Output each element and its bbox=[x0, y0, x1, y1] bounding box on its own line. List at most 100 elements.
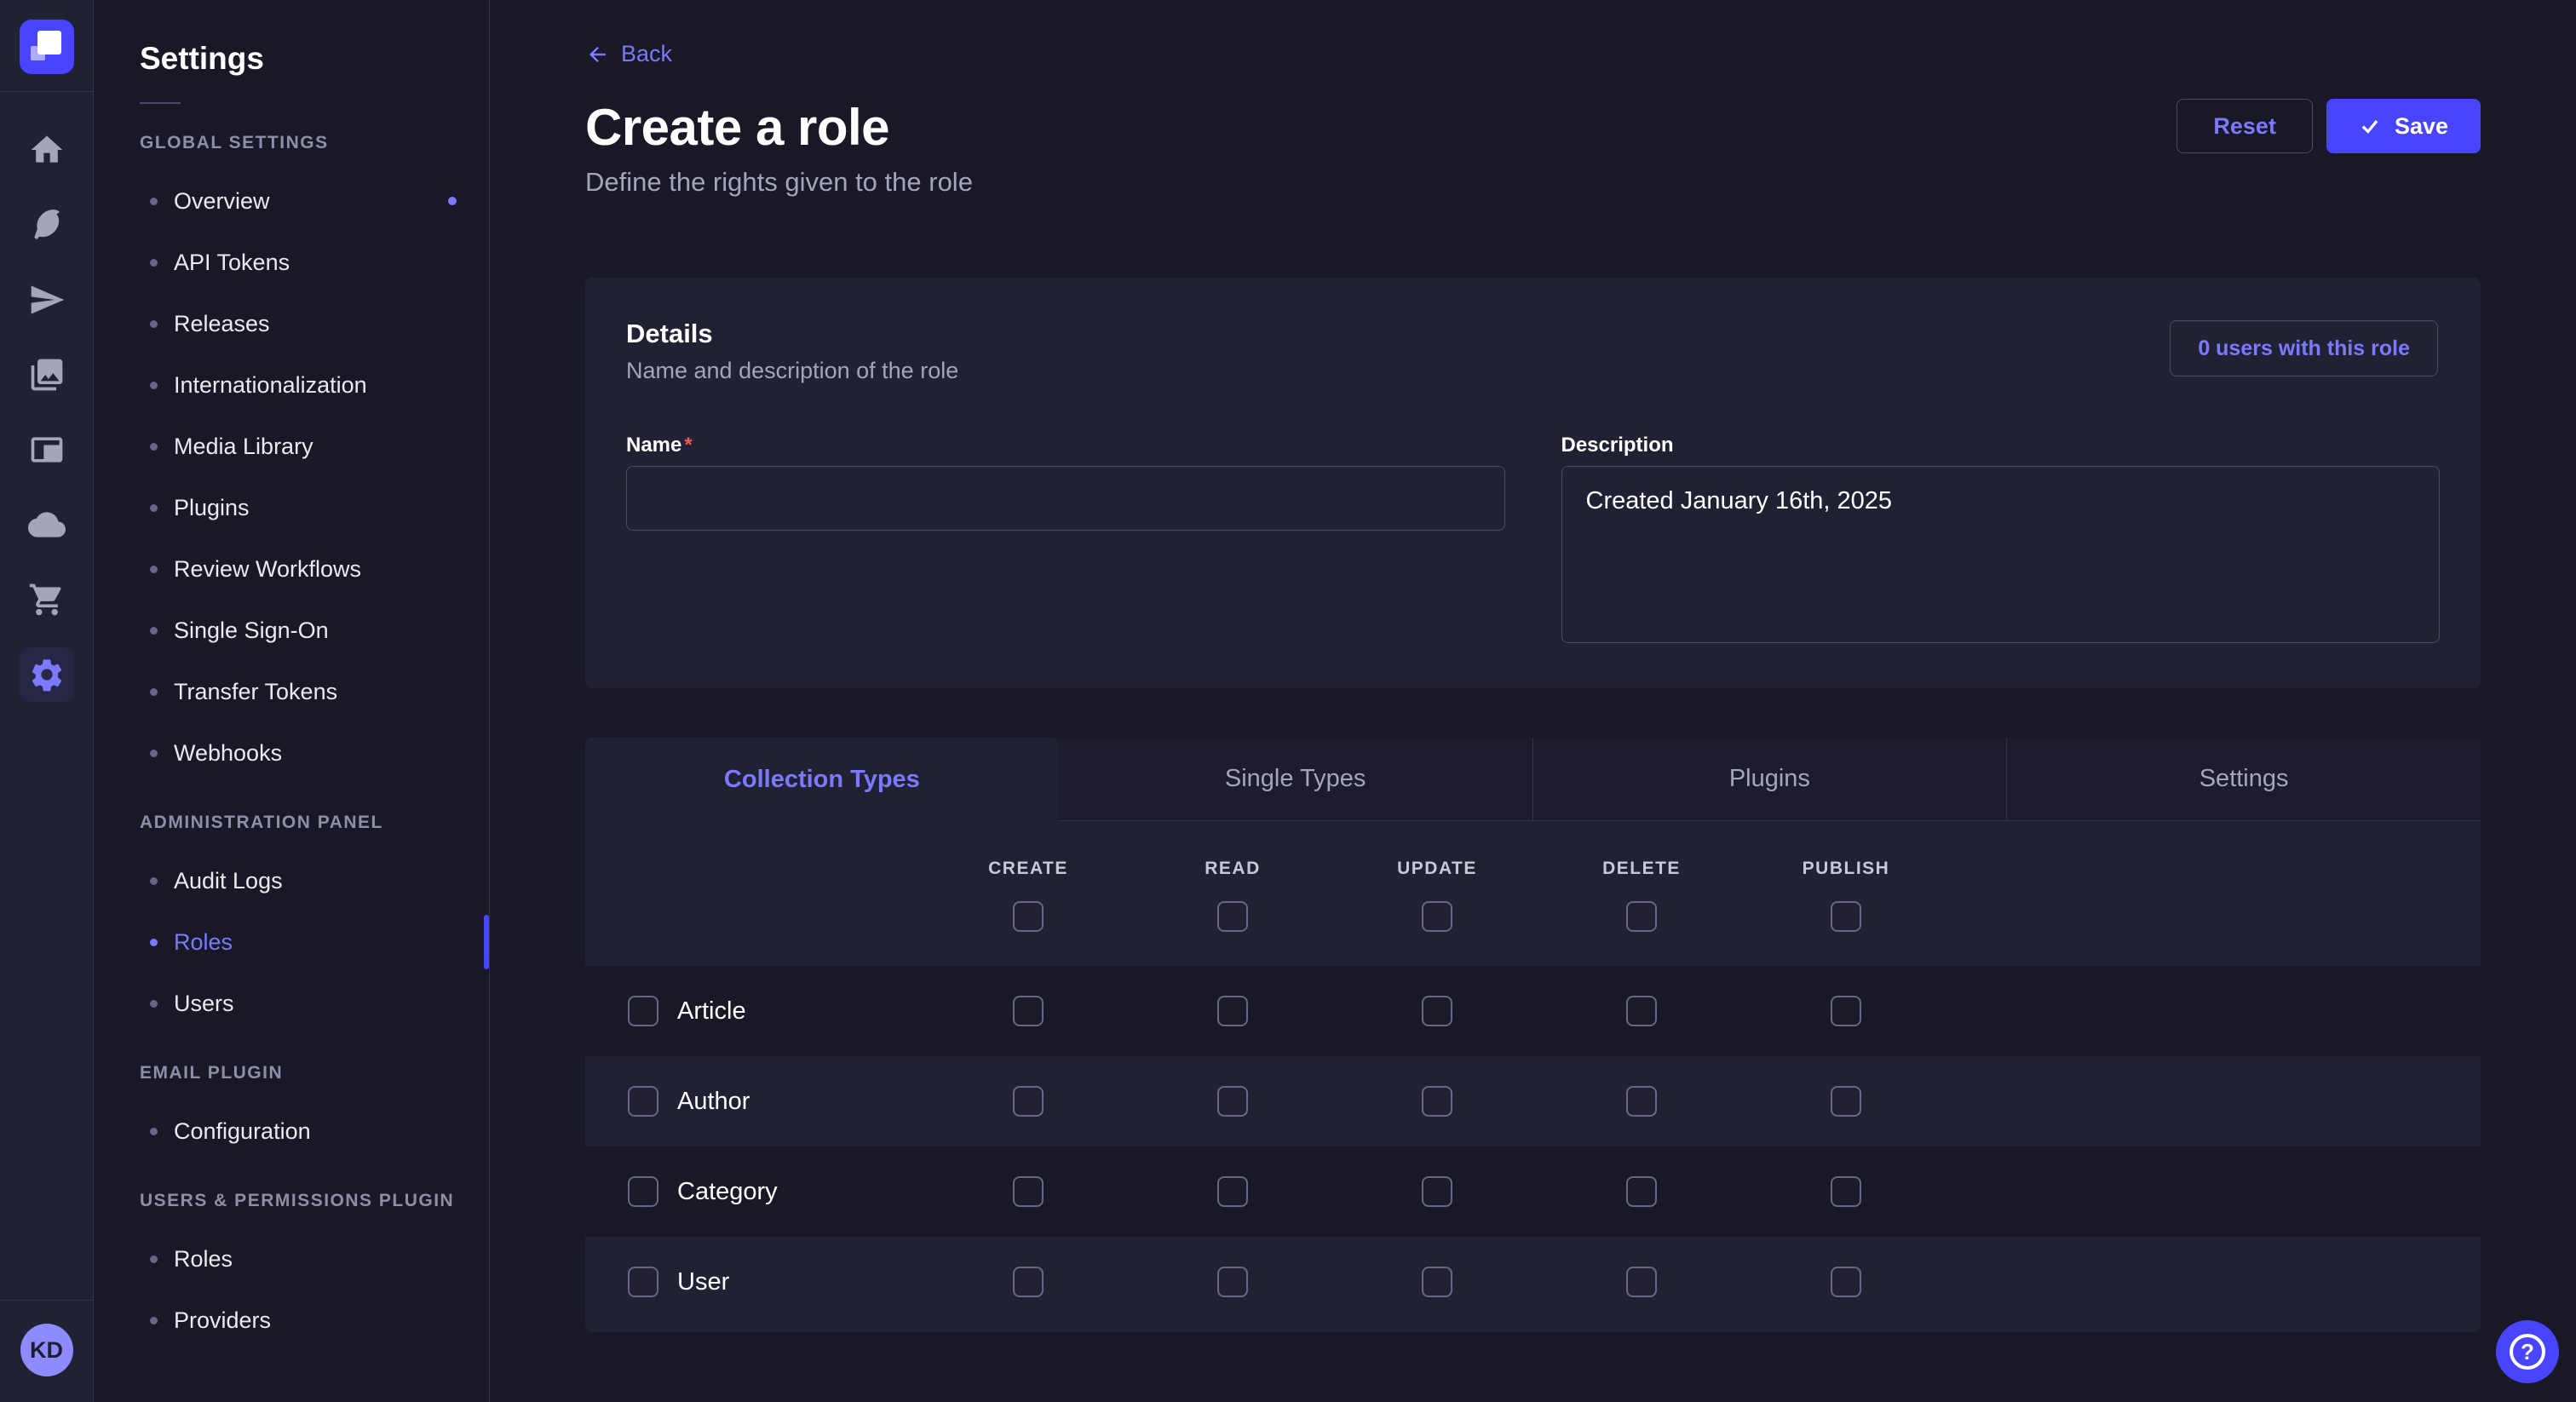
section-global-settings: GLOBAL SETTINGS Overview API Tokens Rele… bbox=[94, 133, 489, 784]
row-select-checkbox[interactable] bbox=[628, 996, 658, 1026]
images-icon[interactable] bbox=[20, 348, 74, 402]
permission-checkbox[interactable] bbox=[1217, 1176, 1248, 1207]
layout-icon[interactable] bbox=[20, 422, 74, 477]
bullet-icon bbox=[150, 1255, 158, 1263]
sidebar-item-configuration[interactable]: Configuration bbox=[94, 1100, 489, 1162]
permission-checkbox[interactable] bbox=[1626, 1176, 1657, 1207]
feather-icon[interactable] bbox=[20, 198, 74, 252]
permission-checkbox[interactable] bbox=[1626, 1086, 1657, 1117]
arrow-left-icon bbox=[585, 42, 611, 67]
tab-collection-types[interactable]: Collection Types bbox=[585, 738, 1059, 821]
sidebar-item-api-tokens[interactable]: API Tokens bbox=[94, 232, 489, 293]
bullet-icon bbox=[150, 382, 158, 389]
sidebar-item-single-sign-on[interactable]: Single Sign-On bbox=[94, 600, 489, 661]
strapi-logo-shape-2 bbox=[31, 46, 45, 60]
permission-checkbox[interactable] bbox=[1831, 1267, 1861, 1297]
name-label: Name* bbox=[626, 434, 1505, 457]
bullet-icon bbox=[150, 688, 158, 696]
table-row-user: User bbox=[585, 1237, 2481, 1327]
gear-icon[interactable] bbox=[20, 647, 74, 702]
send-icon[interactable] bbox=[20, 273, 74, 327]
permission-checkbox[interactable] bbox=[1626, 996, 1657, 1026]
sidebar-item-roles-admin[interactable]: Roles bbox=[94, 911, 489, 973]
details-form: Name* Description Created January 16th, … bbox=[626, 434, 2440, 647]
permission-checkbox[interactable] bbox=[1831, 996, 1861, 1026]
header-actions: Reset Save bbox=[2176, 99, 2481, 153]
permission-checkbox[interactable] bbox=[1013, 1176, 1044, 1207]
subnav-title: Settings bbox=[94, 41, 489, 77]
sidebar-item-webhooks[interactable]: Webhooks bbox=[94, 722, 489, 784]
name-input[interactable] bbox=[626, 466, 1505, 531]
sidebar-item-audit-logs[interactable]: Audit Logs bbox=[94, 850, 489, 911]
bullet-icon bbox=[150, 877, 158, 885]
notification-dot bbox=[448, 197, 457, 205]
select-all-create-checkbox[interactable] bbox=[1013, 901, 1044, 932]
permission-checkbox[interactable] bbox=[1422, 1176, 1452, 1207]
sidebar-item-overview[interactable]: Overview bbox=[94, 170, 489, 232]
sidebar-item-review-workflows[interactable]: Review Workflows bbox=[94, 538, 489, 600]
bullet-icon bbox=[150, 259, 158, 267]
column-header-create: CREATE bbox=[926, 859, 1130, 879]
permission-checkbox[interactable] bbox=[1217, 1267, 1248, 1297]
permission-checkbox[interactable] bbox=[1831, 1086, 1861, 1117]
select-all-delete-checkbox[interactable] bbox=[1626, 901, 1657, 932]
permission-checkbox[interactable] bbox=[1013, 996, 1044, 1026]
section-header: EMAIL PLUGIN bbox=[94, 1063, 489, 1083]
rail-bottom: KD bbox=[0, 1300, 93, 1402]
sidebar-item-providers[interactable]: Providers bbox=[94, 1290, 489, 1351]
bullet-icon bbox=[150, 443, 158, 451]
permission-checkbox[interactable] bbox=[1013, 1267, 1044, 1297]
description-field-group: Description Created January 16th, 2025 bbox=[1561, 434, 2441, 647]
cart-icon[interactable] bbox=[20, 572, 74, 627]
help-button[interactable]: ? bbox=[2496, 1320, 2559, 1383]
select-all-publish-checkbox[interactable] bbox=[1831, 901, 1861, 932]
strapi-logo[interactable] bbox=[20, 20, 74, 74]
sidebar-item-transfer-tokens[interactable]: Transfer Tokens bbox=[94, 661, 489, 722]
bullet-icon bbox=[150, 504, 158, 512]
description-label: Description bbox=[1561, 434, 2441, 457]
permission-checkbox[interactable] bbox=[1217, 1086, 1248, 1117]
row-select-checkbox[interactable] bbox=[628, 1176, 658, 1207]
tab-plugins[interactable]: Plugins bbox=[1532, 738, 2007, 821]
select-all-update-checkbox[interactable] bbox=[1422, 901, 1452, 932]
bullet-icon bbox=[150, 198, 158, 205]
description-textarea[interactable]: Created January 16th, 2025 bbox=[1561, 466, 2441, 643]
permission-checkbox[interactable] bbox=[1422, 996, 1452, 1026]
permission-checkbox[interactable] bbox=[1626, 1267, 1657, 1297]
tab-settings[interactable]: Settings bbox=[2006, 738, 2481, 821]
permission-checkbox[interactable] bbox=[1831, 1176, 1861, 1207]
icon-rail: KD bbox=[0, 0, 94, 1402]
sidebar-item-roles-up[interactable]: Roles bbox=[94, 1228, 489, 1290]
bullet-icon bbox=[150, 627, 158, 635]
settings-subnav: Settings GLOBAL SETTINGS Overview API To… bbox=[94, 0, 490, 1402]
row-select-checkbox[interactable] bbox=[628, 1267, 658, 1297]
home-icon[interactable] bbox=[20, 123, 74, 177]
check-icon bbox=[2359, 115, 2381, 137]
users-with-role-button[interactable]: 0 users with this role bbox=[2170, 320, 2438, 376]
bullet-icon bbox=[150, 320, 158, 328]
sidebar-item-releases[interactable]: Releases bbox=[94, 293, 489, 354]
permission-checkbox[interactable] bbox=[1422, 1086, 1452, 1117]
sidebar-item-media-library[interactable]: Media Library bbox=[94, 416, 489, 477]
table-row-article: Article bbox=[585, 966, 2481, 1056]
bullet-icon bbox=[150, 566, 158, 573]
details-card: Details Name and description of the role… bbox=[585, 278, 2481, 688]
select-all-read-checkbox[interactable] bbox=[1217, 901, 1248, 932]
avatar[interactable]: KD bbox=[20, 1324, 73, 1376]
tab-single-types[interactable]: Single Types bbox=[1059, 738, 1532, 821]
cloud-icon[interactable] bbox=[20, 497, 74, 552]
permission-checkbox[interactable] bbox=[1217, 996, 1248, 1026]
sidebar-item-plugins[interactable]: Plugins bbox=[94, 477, 489, 538]
sidebar-item-internationalization[interactable]: Internationalization bbox=[94, 354, 489, 416]
select-all-row bbox=[585, 901, 2481, 966]
main-content: Back Create a role Define the rights giv… bbox=[490, 0, 2576, 1402]
permission-checkbox[interactable] bbox=[1013, 1086, 1044, 1117]
permission-checkbox[interactable] bbox=[1422, 1267, 1452, 1297]
save-button[interactable]: Save bbox=[2326, 99, 2481, 153]
back-link[interactable]: Back bbox=[585, 41, 672, 67]
column-header-publish: PUBLISH bbox=[1744, 859, 1948, 879]
row-select-checkbox[interactable] bbox=[628, 1086, 658, 1117]
sidebar-item-users[interactable]: Users bbox=[94, 973, 489, 1034]
reset-button[interactable]: Reset bbox=[2176, 99, 2313, 153]
name-field-group: Name* bbox=[626, 434, 1505, 647]
